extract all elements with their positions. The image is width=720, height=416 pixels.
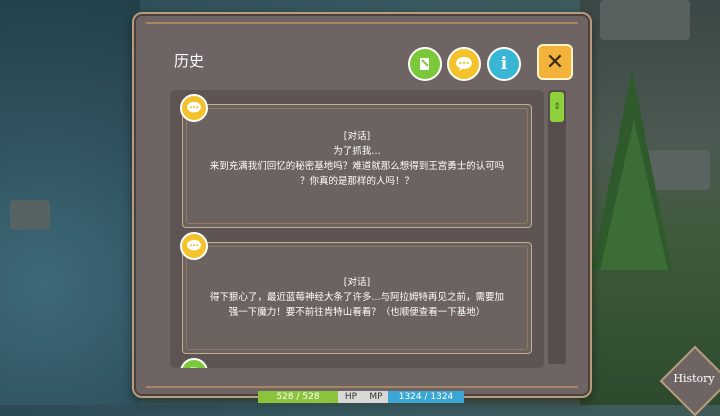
tree <box>600 120 668 270</box>
speech-bubble-icon <box>180 232 208 260</box>
entry-line: 得下狠心了，最近蓝莓神经大条了许多...与阿拉姆特再见之前，需要加 <box>209 292 505 303</box>
status-hud: 528 / 528 HP MP 1324 / 1324 <box>258 391 464 403</box>
scrollbar[interactable]: ⇕ <box>548 90 566 364</box>
panel-ornament-top <box>146 22 578 24</box>
hp-value: 528 / 528 <box>258 391 338 403</box>
panel-ornament-bottom <box>146 386 578 388</box>
mp-value: 1324 / 1324 <box>388 391 464 403</box>
scroll-icon <box>180 358 208 368</box>
history-list: [对话] 为了抓我… 来到充满我们回忆的秘密基地吗？难道就那么想得到王宫勇士的认… <box>170 90 544 368</box>
mp-label: MP <box>364 391 388 403</box>
history-button-label[interactable]: History <box>668 372 720 385</box>
entry-line: [对话] <box>343 277 371 288</box>
entry-line: 为了抓我… <box>333 146 381 157</box>
entry-line: [对话] <box>343 131 371 142</box>
scroll-thumb[interactable]: ⇕ <box>550 92 564 122</box>
scroll-icon[interactable] <box>408 47 442 81</box>
game-background-left <box>0 0 140 405</box>
entry-line: 强一下魔力！要不前往肯特山看看？（也顺便查看一下基地） <box>228 307 486 318</box>
speech-bubble-icon <box>180 94 208 122</box>
speech-bubble-icon[interactable] <box>447 47 481 81</box>
entry-line: ？你真的是那样的人吗！？ <box>299 176 414 187</box>
history-entry: [对话] 为了抓我… 来到充满我们回忆的秘密基地吗？难道就那么想得到王宫勇士的认… <box>182 104 532 228</box>
panel-title: 历史 <box>174 52 205 70</box>
entry-line: 来到充满我们回忆的秘密基地吗？难道就那么想得到王宫勇士的认可吗 <box>209 161 505 172</box>
history-entry: [对话] 得下狠心了，最近蓝莓神经大条了许多...与阿拉姆特再见之前，需要加 强… <box>182 242 532 354</box>
info-icon[interactable]: i <box>487 47 521 81</box>
hp-label: HP <box>338 391 364 403</box>
history-panel: 历史 i ✕ [对话] 为了抓我… 来到充满我们回忆的秘密基地吗？难道就那么想得… <box>132 12 592 398</box>
close-button[interactable]: ✕ <box>537 44 573 80</box>
